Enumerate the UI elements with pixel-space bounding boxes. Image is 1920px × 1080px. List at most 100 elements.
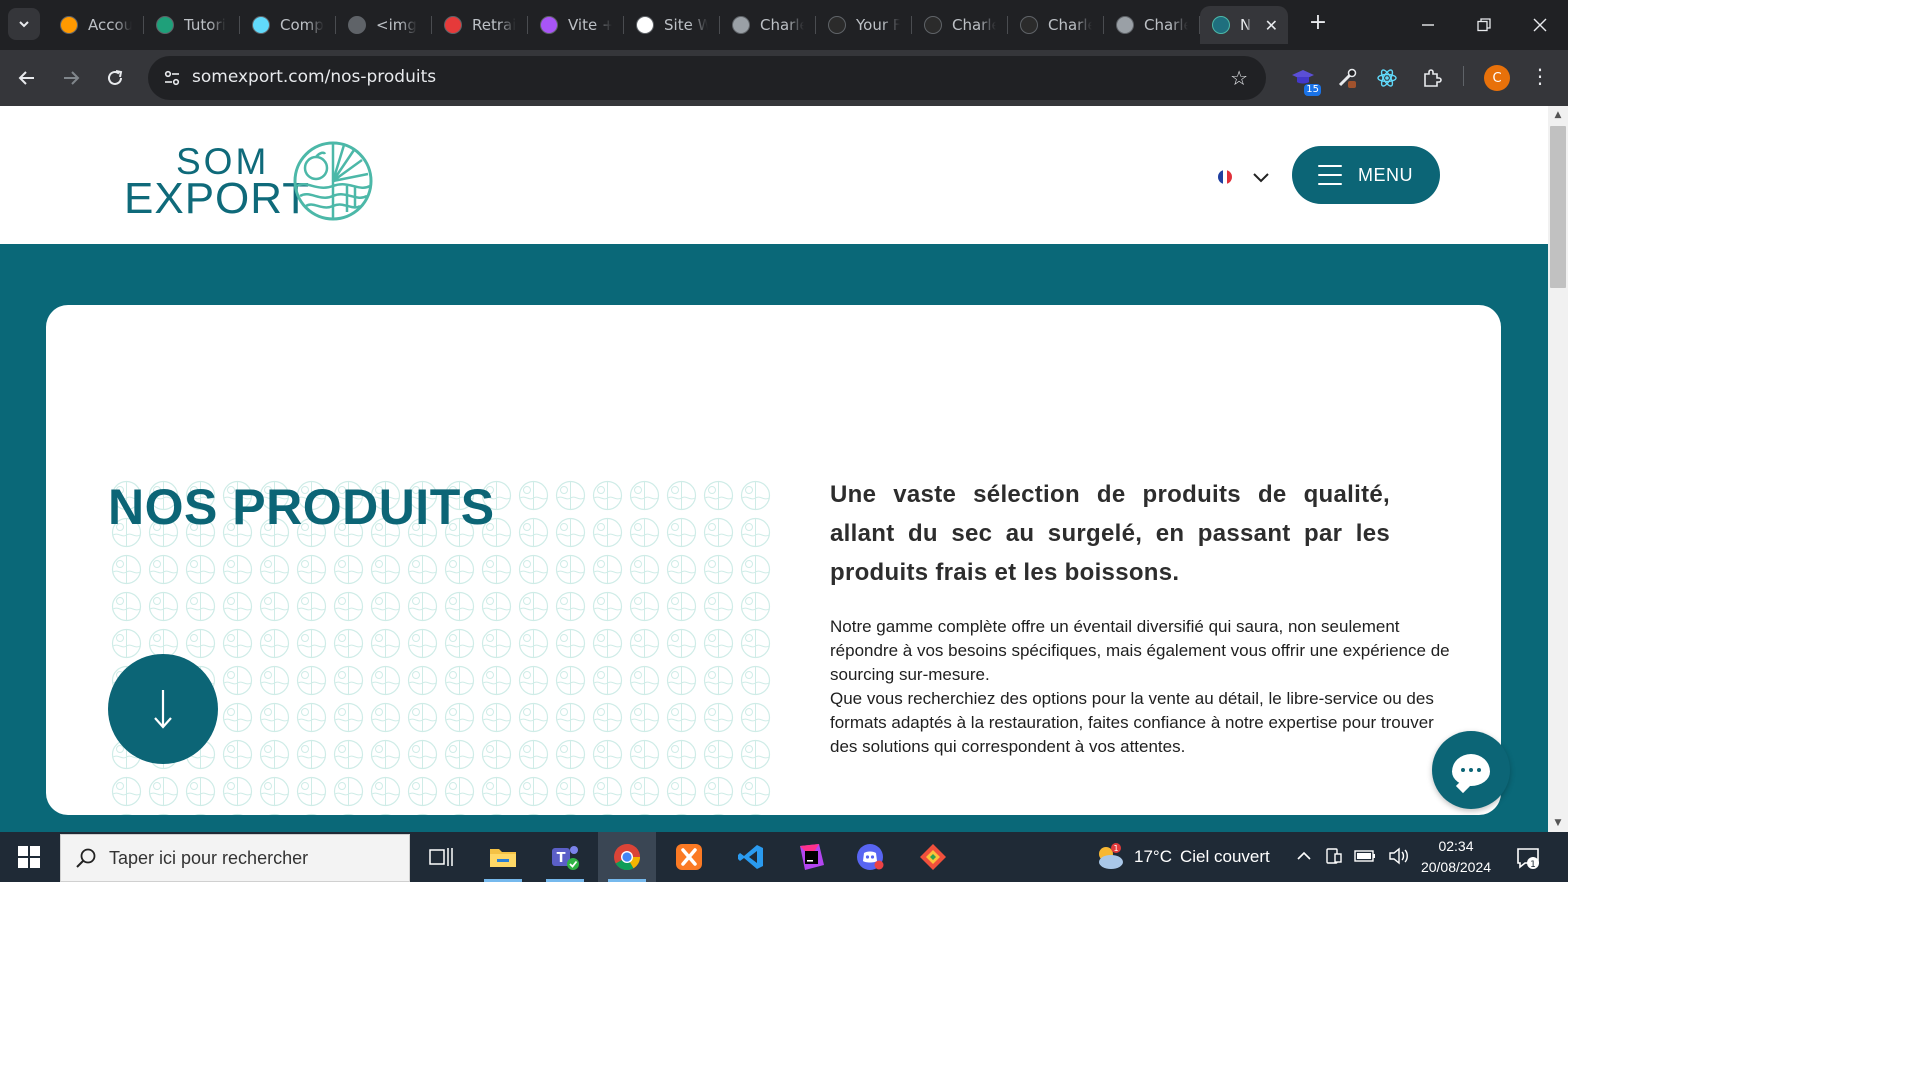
globe-icon	[1212, 16, 1230, 34]
minimize-button[interactable]	[1400, 0, 1456, 50]
close-icon	[1533, 18, 1547, 32]
menu-label: MENU	[1358, 164, 1413, 185]
tab-search-button[interactable]	[8, 8, 40, 40]
bookmark-star-icon[interactable]: ☆	[1230, 66, 1248, 90]
profile-avatar[interactable]: C	[1484, 65, 1510, 91]
tab-label: Charle	[1048, 16, 1092, 34]
tab-label: Comp	[280, 16, 324, 34]
tab-label: <img	[376, 16, 417, 34]
restore-button[interactable]	[1456, 0, 1512, 50]
speaker-icon[interactable]	[1388, 846, 1410, 866]
extension-react-devtools[interactable]	[1373, 64, 1401, 92]
scroll-down-button[interactable]	[108, 654, 218, 764]
globe-emblem-icon	[293, 141, 373, 221]
battery-icon[interactable]	[1354, 846, 1376, 866]
browser-tab[interactable]: Comp	[240, 6, 336, 44]
browser-tab[interactable]: Retrai	[432, 6, 528, 44]
browser-tab[interactable]: Charle	[720, 6, 816, 44]
tab-close-icon[interactable]: ✕	[1265, 16, 1278, 35]
scrollbar-thumb[interactable]	[1550, 126, 1566, 288]
reload-button[interactable]	[99, 62, 131, 94]
browser-tab[interactable]: Tutori	[144, 6, 240, 44]
site-info-button[interactable]	[158, 64, 186, 92]
browser-menu-icon[interactable]: ⋮	[1530, 64, 1550, 88]
taskbar-xampp[interactable]	[660, 832, 718, 882]
device-icon[interactable]	[1324, 846, 1342, 866]
hero-paragraph-2: Que vous recherchiez des options pour la…	[830, 689, 1434, 756]
task-view-icon	[429, 848, 453, 866]
folder-icon	[490, 849, 516, 867]
reload-icon	[108, 70, 123, 85]
url-text[interactable]: somexport.com/nos-produits	[192, 67, 436, 87]
taskbar-phpstorm[interactable]	[782, 832, 840, 882]
browser-tab[interactable]: Your F	[816, 6, 912, 44]
browser-tab-active[interactable]: N ✕	[1200, 6, 1288, 44]
browser-tab[interactable]: <img	[336, 6, 432, 44]
discord-icon	[857, 844, 884, 870]
taskbar-git-tool[interactable]	[904, 832, 962, 882]
git-diamond-icon	[920, 844, 946, 870]
tab-label: Charle	[1144, 16, 1188, 34]
site-header: SOM EXPORT MENU	[0, 106, 1548, 244]
extension-eyedropper[interactable]	[1333, 64, 1361, 92]
hero-description: Notre gamme complète offre un éventail d…	[830, 615, 1450, 759]
arrow-right-icon	[64, 71, 80, 85]
browser-toolbar: somexport.com/nos-produits ☆ 15	[0, 50, 1568, 106]
tab-label: Tutori	[184, 16, 226, 34]
extensions-menu-button[interactable]	[1418, 64, 1446, 92]
taskbar-file-explorer[interactable]	[474, 832, 532, 882]
cloudy-weather-icon: 1	[1099, 843, 1123, 869]
react-icon	[1377, 69, 1397, 87]
extension-badge: 15	[1304, 84, 1321, 96]
site-logo[interactable]: SOM EXPORT	[122, 138, 374, 222]
address-bar[interactable]: somexport.com/nos-produits ☆	[148, 56, 1266, 100]
taskbar-search-placeholder: Taper ici pour rechercher	[109, 847, 309, 868]
taskbar-teams[interactable]: T	[536, 832, 594, 882]
clock-date: 20/08/2024	[1420, 859, 1492, 875]
task-view-button[interactable]	[412, 832, 470, 882]
menu-button[interactable]: MENU	[1292, 146, 1440, 204]
clock-time: 02:34	[1438, 838, 1474, 854]
browser-tab[interactable]: Site W	[624, 6, 720, 44]
extension-graduation-cap[interactable]: 15	[1289, 64, 1321, 96]
taskbar-discord[interactable]	[842, 832, 900, 882]
notification-center-icon[interactable]: 1	[1516, 846, 1540, 870]
forward-button[interactable]	[55, 62, 87, 94]
toolbar-divider	[1463, 66, 1464, 86]
scroll-down-arrow-icon[interactable]: ▼	[1552, 818, 1564, 828]
tab-label: Vite +	[568, 16, 612, 34]
search-icon	[76, 848, 96, 868]
taskbar-search-box[interactable]: Taper ici pour rechercher	[60, 834, 410, 882]
weather-widget[interactable]: 1 17°C Ciel couvert	[1094, 842, 1270, 872]
browser-tab-bar: Accou Tutori Comp <img Retrai Vite + Site W Cha…	[0, 0, 1568, 50]
new-tab-button[interactable]: +	[1306, 12, 1330, 36]
notification-count: 1	[1530, 860, 1536, 870]
browser-tab[interactable]: Charle	[1008, 6, 1104, 44]
weather-temperature: 17°C	[1134, 847, 1172, 866]
browser-tab[interactable]: Vite +	[528, 6, 624, 44]
system-clock[interactable]: 02:34 20/08/2024	[1410, 836, 1502, 878]
close-window-button[interactable]	[1512, 0, 1568, 50]
arrow-down-icon	[154, 690, 172, 729]
browser-tab[interactable]: Charle	[1104, 6, 1200, 44]
amazon-icon	[60, 16, 78, 34]
hero-lead: Une vaste sélection de produits de quali…	[830, 481, 1390, 586]
browser-tab[interactable]: Charle	[912, 6, 1008, 44]
w-logo-icon	[156, 16, 174, 34]
back-button[interactable]	[11, 62, 43, 94]
france-flag-icon	[1218, 170, 1232, 184]
browser-tab[interactable]: Accou	[48, 6, 144, 44]
tab-label: Retrai	[472, 16, 516, 34]
chevron-up-icon[interactable]	[1296, 846, 1312, 866]
web-page: SOM EXPORT MENU NOS PRODUITS Une vaste s…	[0, 106, 1548, 832]
chevron-down-icon	[1253, 173, 1269, 183]
chat-widget-button[interactable]	[1432, 731, 1510, 809]
taskbar-vscode[interactable]	[722, 832, 780, 882]
vscode-icon	[738, 845, 763, 869]
taskbar-chrome[interactable]	[598, 832, 656, 882]
hamburger-icon	[1318, 165, 1342, 185]
xampp-icon	[676, 844, 702, 870]
start-button[interactable]	[0, 832, 58, 882]
scroll-up-arrow-icon[interactable]: ▲	[1552, 110, 1564, 120]
language-selector[interactable]	[1218, 166, 1272, 188]
